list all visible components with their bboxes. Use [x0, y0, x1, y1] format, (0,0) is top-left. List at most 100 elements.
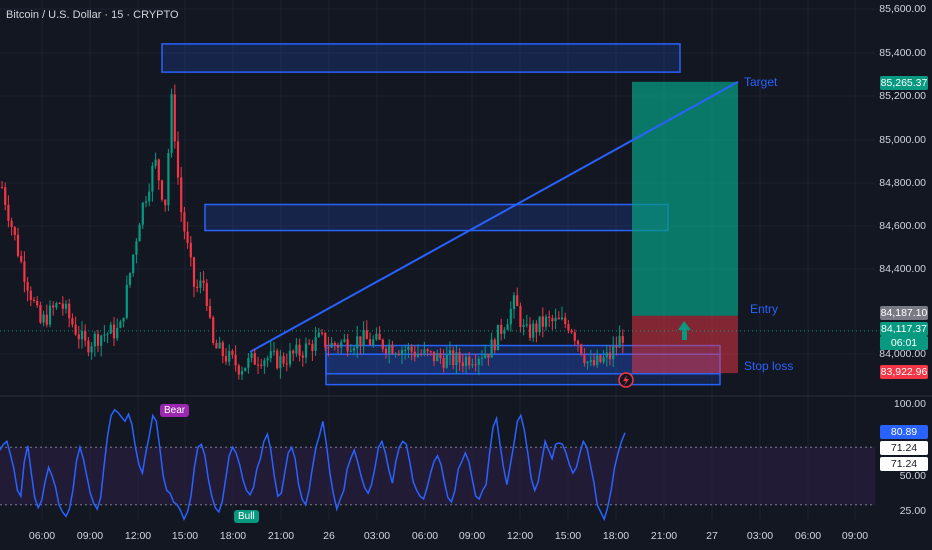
candle-body [112, 324, 116, 339]
candle-body [224, 356, 228, 362]
time-tick: 06:00 [28, 530, 56, 542]
time-tick: 03:00 [746, 530, 774, 542]
candle-body [557, 317, 560, 320]
candle-body [64, 303, 68, 309]
candle-body [266, 358, 269, 361]
entry-price-badge: 84,187.10 [880, 306, 928, 320]
candle-body [362, 330, 365, 346]
candle-body [183, 212, 186, 232]
price-tick: 84,600.00 [879, 220, 926, 232]
candle-body [36, 300, 39, 306]
price-tick: 85,600.00 [879, 3, 926, 15]
candle-body [240, 371, 244, 375]
stop-loss-label: Stop loss [744, 359, 794, 373]
candle-body [554, 317, 557, 322]
candle-body [487, 353, 490, 358]
rsi-tick: 100.00 [893, 398, 926, 410]
candle-body [538, 316, 541, 333]
candle-body [528, 324, 532, 338]
candle-body [237, 365, 240, 375]
candle-body [109, 324, 112, 334]
candle-body [541, 316, 544, 327]
candle-body [522, 325, 525, 327]
candle-body [250, 353, 253, 358]
candle-body [375, 333, 378, 340]
candle-body [343, 339, 346, 342]
candle-body [461, 362, 464, 367]
candle-body [455, 352, 458, 366]
candle-body [157, 159, 160, 181]
candle-body [586, 361, 589, 364]
candle-body [397, 353, 400, 356]
candle-body [39, 305, 42, 323]
candle-body [263, 360, 266, 366]
candle-body [599, 355, 602, 362]
time-tick: 06:00 [411, 530, 439, 542]
candle-body [144, 201, 148, 203]
candle-body [0, 187, 4, 189]
candle-body [400, 350, 404, 356]
target-label: Target [744, 75, 778, 89]
price-tick: 85,200.00 [879, 90, 926, 102]
time-tick: 18:00 [602, 530, 630, 542]
candle-body [260, 364, 263, 366]
candle-body [180, 177, 183, 213]
time-tick: 09:00 [841, 530, 869, 542]
time-tick: 09:00 [458, 530, 486, 542]
candle-body [407, 346, 410, 351]
candle-body [496, 324, 500, 351]
candle-body [381, 339, 384, 349]
candle-body [432, 351, 436, 362]
candle-body [416, 353, 420, 357]
candle-body [464, 356, 468, 367]
candle-body [176, 141, 180, 178]
candle-body [621, 336, 624, 343]
candle-body [135, 241, 138, 255]
candle-body [164, 199, 167, 206]
candle-body [439, 353, 442, 358]
candle-body [615, 346, 618, 348]
candle-body [500, 324, 503, 334]
candle-body [512, 295, 516, 309]
candle-body [151, 165, 154, 192]
candle-body [276, 350, 279, 369]
rsi-signal-badge-b: 71.24 [880, 457, 928, 471]
candle-body [192, 257, 196, 287]
candle-body [247, 357, 250, 368]
candle-body [170, 94, 173, 153]
candle-body [100, 335, 103, 346]
candle-body [384, 348, 388, 354]
candle-body [592, 360, 596, 366]
candle-body [288, 350, 292, 365]
candle-body [103, 334, 106, 336]
candle-body [378, 333, 381, 340]
price-tick: 85,400.00 [879, 47, 926, 59]
rsi-tick: 25.00 [899, 505, 926, 517]
candle-body [244, 367, 247, 372]
candle-body [413, 351, 416, 357]
candle-body [468, 356, 471, 366]
rsi-value-badge: 80.89 [880, 425, 928, 439]
candle-body [327, 347, 330, 349]
candle-body [445, 354, 448, 368]
entry-label: Entry [750, 302, 779, 316]
candle-body [295, 344, 298, 354]
last-price-badge: 84,117.37 [880, 322, 928, 336]
candle-body [602, 357, 605, 362]
time-tick: 18:00 [219, 530, 247, 542]
candle-body [452, 350, 455, 366]
candle-body [13, 227, 16, 235]
candle-body [68, 303, 71, 319]
candle-body [167, 152, 170, 206]
rsi-signal-badge-a: 71.24 [880, 441, 928, 455]
stop-price-badge: 83,922.96 [880, 365, 928, 379]
candle-body [359, 336, 362, 346]
candle-body [429, 351, 432, 353]
candle-body [320, 332, 324, 334]
candle-body [365, 330, 368, 340]
candle-body [324, 332, 327, 348]
candle-body [493, 339, 496, 351]
candle-body [404, 350, 407, 352]
chart-canvas[interactable] [0, 0, 932, 550]
candle-body [503, 329, 506, 334]
